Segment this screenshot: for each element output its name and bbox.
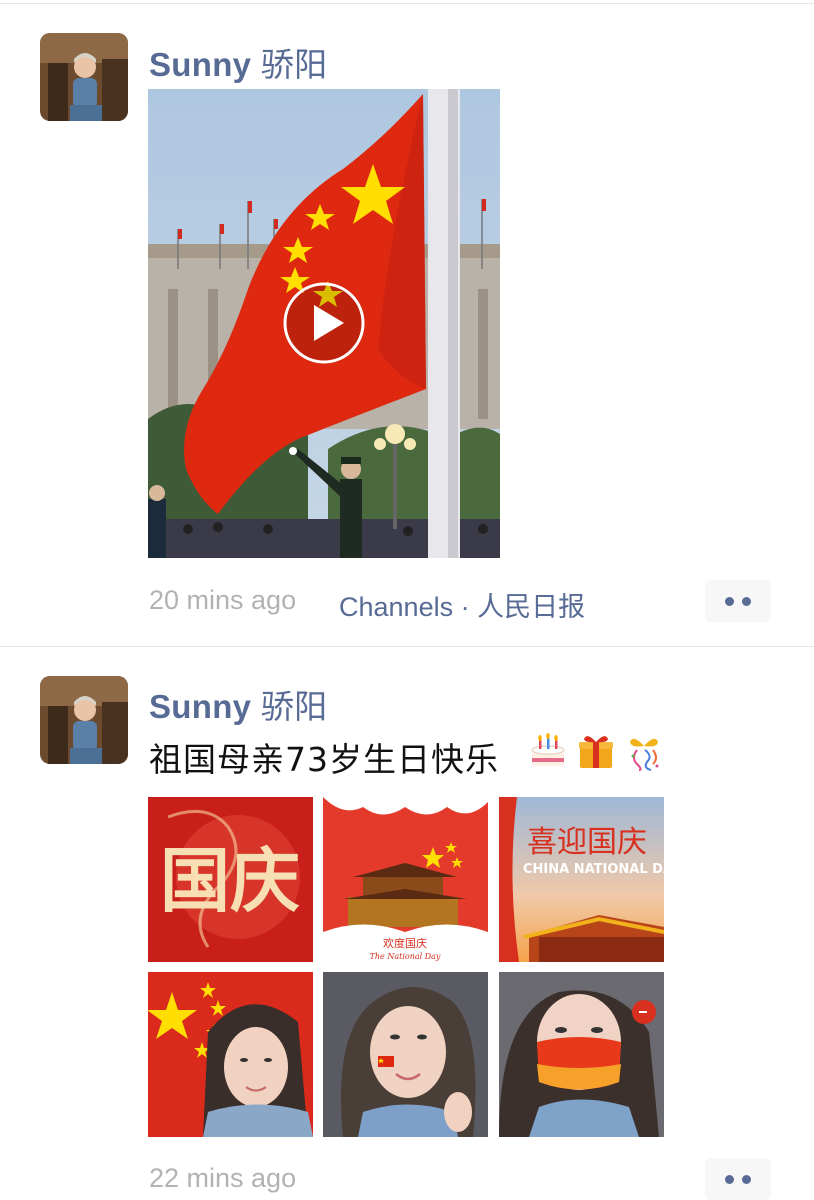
dot	[742, 1174, 751, 1184]
dot	[742, 596, 751, 606]
play-icon[interactable]	[283, 282, 365, 364]
post-text: 祖国母亲73岁生日快乐	[149, 740, 499, 779]
post-time: 20 mins ago	[149, 585, 297, 615]
image-selfie-red-mask[interactable]	[499, 972, 664, 1137]
more-dots-icon[interactable]	[705, 1158, 771, 1200]
birthday-cake-icon	[527, 730, 569, 772]
more-dots-icon[interactable]	[705, 580, 771, 622]
image-tiananmen-illustration[interactable]: 欢度国庆 The National Day	[323, 797, 488, 962]
user-name-cjk: 骄阳	[260, 687, 328, 726]
image-selfie-flag-sticker[interactable]	[323, 972, 488, 1137]
emoji-row	[527, 730, 665, 772]
user-name[interactable]: Sunny 骄阳	[149, 38, 327, 86]
ribbon-icon	[623, 730, 665, 772]
image-selfie-flag-background[interactable]	[148, 972, 313, 1137]
user-name[interactable]: Sunny 骄阳	[149, 680, 327, 728]
gift-icon	[575, 730, 617, 772]
image-subcaption: CHINA NATIONAL DA	[523, 862, 664, 877]
user-name-latin: Sunny	[149, 46, 252, 83]
video-thumbnail[interactable]	[148, 89, 500, 558]
calligraphy-text: 国庆	[160, 839, 300, 922]
avatar[interactable]	[40, 676, 128, 764]
user-name-cjk: 骄阳	[260, 45, 328, 84]
image-national-day-calligraphy[interactable]: 国庆	[148, 797, 313, 962]
image-welcome-national-day[interactable]: 喜迎国庆 CHINA NATIONAL DA	[499, 797, 664, 962]
avatar[interactable]	[40, 33, 128, 121]
post-divider	[0, 646, 814, 647]
image-grid: 国庆 欢度国庆 The National Day 喜迎国庆 CHINA NATI…	[148, 797, 664, 1137]
channel-source-link[interactable]: Channels · 人民日报	[339, 585, 585, 624]
post-time: 22 mins ago	[149, 1163, 297, 1193]
image-caption: 欢度国庆	[383, 936, 427, 950]
image-subcaption: The National Day	[370, 952, 441, 961]
top-divider	[0, 3, 814, 4]
image-caption: 喜迎国庆	[527, 825, 647, 860]
dot	[725, 1174, 734, 1184]
dot	[725, 596, 734, 606]
user-name-latin: Sunny	[149, 688, 252, 725]
